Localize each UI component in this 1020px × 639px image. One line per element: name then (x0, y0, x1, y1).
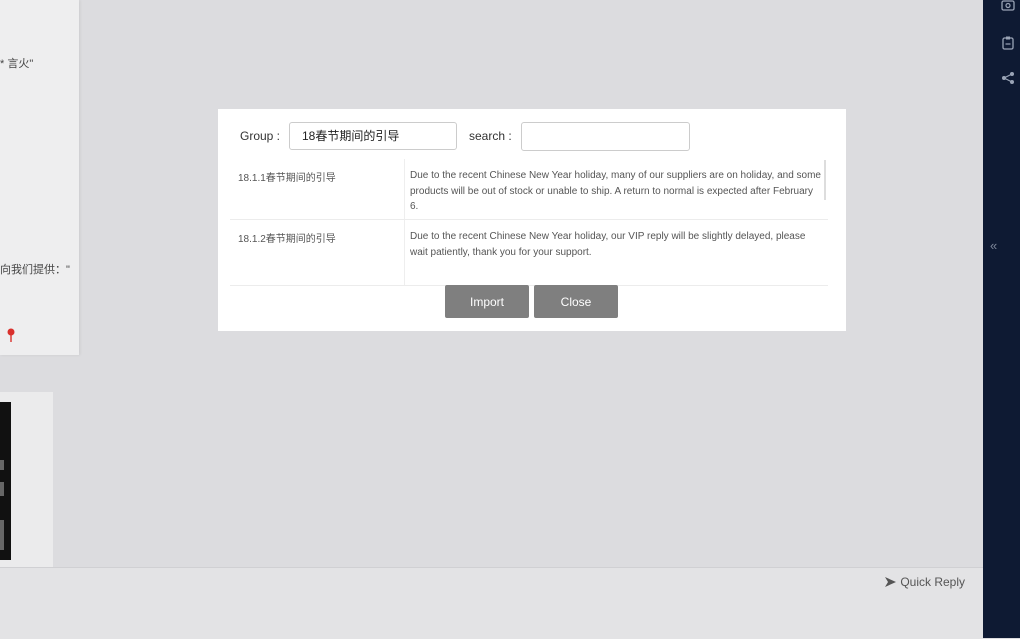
background-image (0, 402, 11, 560)
clipboard-icon[interactable] (1001, 36, 1015, 50)
quick-reply-import-dialog: Group : 18春节期间的引导 search : 18.1.1春节期间的引导… (218, 109, 846, 331)
background-card-secondary (0, 392, 53, 568)
right-sidebar: « (983, 0, 1020, 638)
search-input[interactable] (521, 122, 690, 151)
group-label: Group : (240, 129, 281, 143)
import-button[interactable]: Import (445, 285, 529, 318)
map-pin-icon (7, 328, 15, 342)
reply-title: 18.1.1春节期间的引导 (238, 173, 336, 184)
background-text-fragment: 向我们提供：" (0, 264, 70, 276)
reply-row[interactable]: 18.1.2春节期间的引导 Due to the recent Chinese … (230, 220, 828, 286)
collapse-sidebar-button[interactable]: « (990, 238, 997, 253)
close-button[interactable]: Close (534, 285, 618, 318)
quick-reply-button[interactable]: Quick Reply (885, 575, 965, 589)
screenshot-icon[interactable] (1001, 0, 1015, 14)
reply-list-scrollbar[interactable] (824, 160, 826, 200)
reply-content: Due to the recent Chinese New Year holid… (404, 159, 828, 219)
background-card: * ⾔火" 向我们提供：" (0, 0, 79, 355)
reply-content: Due to the recent Chinese New Year holid… (404, 220, 828, 285)
reply-title: 18.1.2春节期间的引导 (238, 234, 336, 245)
search-label: search : (469, 129, 512, 143)
quick-reply-label: Quick Reply (900, 575, 965, 589)
reply-row[interactable]: 18.1.1春节期间的引导 Due to the recent Chinese … (230, 159, 828, 220)
reply-list: 18.1.1春节期间的引导 Due to the recent Chinese … (230, 159, 828, 286)
background-text-fragment: * ⾔火" (0, 58, 34, 70)
group-select[interactable]: 18春节期间的引导 (289, 122, 457, 150)
share-icon[interactable] (1001, 71, 1015, 85)
send-arrow-icon (885, 577, 897, 587)
bottom-bar: Quick Reply (0, 567, 983, 639)
